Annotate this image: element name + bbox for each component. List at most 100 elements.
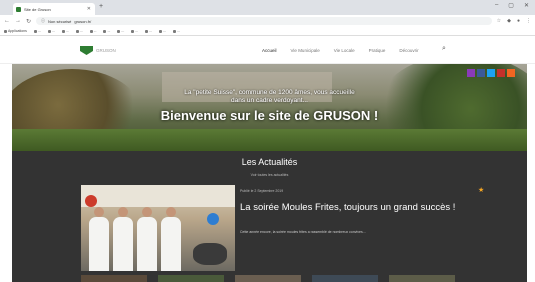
close-tab-icon[interactable]: ✕ xyxy=(87,6,91,12)
facebook-icon[interactable] xyxy=(477,69,485,77)
bookmark-label: ... xyxy=(135,29,139,33)
bookmark-icon xyxy=(173,29,177,33)
youtube-icon[interactable] xyxy=(497,69,505,77)
news-section: Les Actualités Voir toutes les actualité… xyxy=(12,151,527,282)
hero-tagline: La "petite Suisse", commune de 1200 âmes… xyxy=(12,89,527,105)
new-tab-icon[interactable]: + xyxy=(99,3,103,10)
site-favicon-icon xyxy=(16,6,21,12)
bookmark-item[interactable]: ... xyxy=(131,29,138,33)
bookmark-item[interactable]: ... xyxy=(47,29,55,33)
address-bar[interactable]: ⓘ Non sécurisé gruson.fr/ xyxy=(36,17,492,25)
hero-grass xyxy=(12,129,527,151)
photo-person xyxy=(89,207,109,271)
photo-person-head xyxy=(118,207,128,217)
news-all-link[interactable]: Voir toutes les actualités xyxy=(12,173,527,177)
hero-title: Bienvenue sur le site de GRUSON ! xyxy=(160,108,379,123)
minimize-icon[interactable]: – xyxy=(495,2,498,9)
menu-icon[interactable]: ⋮ xyxy=(526,18,531,24)
bookmark-icon xyxy=(47,29,51,33)
nav-item-vie-municipale[interactable]: Vie Municipale xyxy=(291,48,320,53)
nav-item-accueil[interactable]: Accueil xyxy=(262,48,277,53)
news-thumbnails xyxy=(81,275,527,282)
featured-star-icon: ★ xyxy=(478,187,485,194)
rss-icon[interactable] xyxy=(507,69,515,77)
news-thumbnail[interactable] xyxy=(235,275,301,282)
bookmark-label: ... xyxy=(93,29,97,33)
back-icon[interactable]: ← xyxy=(4,18,10,24)
bookmark-icon xyxy=(117,29,121,33)
bookmark-icon xyxy=(145,29,149,33)
article-excerpt: Cette année encore, la soirée moules fri… xyxy=(240,230,366,234)
search-icon[interactable]: ⌕ xyxy=(442,45,446,53)
nav-item-découvrir[interactable]: Découvrir xyxy=(399,48,418,53)
news-thumbnail[interactable] xyxy=(312,275,378,282)
bookmark-item[interactable]: ... xyxy=(117,29,124,33)
bookmark-icon xyxy=(131,29,135,33)
news-thumbnail[interactable] xyxy=(81,275,147,282)
bookmark-label: ... xyxy=(79,29,83,33)
news-thumbnail[interactable] xyxy=(389,275,455,282)
browser-toolbar: ← → ↻ ⓘ Non sécurisé gruson.fr/ ☆ ◆ ● ⋮ xyxy=(0,15,535,27)
main-nav: Accueil Vie Municipale Vie Locale Pratique D… xyxy=(262,48,419,53)
bookmark-label: ... xyxy=(107,29,111,33)
window-controls: – ▢ ✕ xyxy=(495,2,529,9)
social-links xyxy=(467,69,515,77)
bookmark-label: ... xyxy=(149,29,153,33)
hero-tagline-line1: La "petite Suisse", commune de 1200 âmes… xyxy=(184,89,355,96)
nav-item-pratique[interactable]: Pratique xyxy=(369,48,386,53)
photo-person xyxy=(113,207,133,271)
close-window-icon[interactable]: ✕ xyxy=(524,2,529,9)
bookmark-icon xyxy=(89,29,93,33)
info-icon[interactable]: ⓘ xyxy=(41,18,45,24)
twitter-icon[interactable] xyxy=(487,69,495,77)
forward-icon[interactable]: → xyxy=(15,18,21,24)
photo-balloon-red xyxy=(85,195,97,207)
browser-tab[interactable]: Site de Gruson ✕ xyxy=(13,3,95,15)
reload-icon[interactable]: ↻ xyxy=(26,18,31,25)
bookmark-item[interactable]: ... xyxy=(145,29,152,33)
site-header: GRUSON Accueil Vie Municipale Vie Locale Pr… xyxy=(0,37,535,64)
hero-banner: La "petite Suisse", commune de 1200 âmes… xyxy=(12,64,527,151)
bookmark-item[interactable]: ... xyxy=(89,29,97,33)
bookmark-label: ... xyxy=(121,29,125,33)
bookmark-icon xyxy=(33,29,37,33)
bookmark-item[interactable]: ... xyxy=(103,29,110,33)
extension-icon[interactable]: ◆ xyxy=(507,18,511,24)
maximize-icon[interactable]: ▢ xyxy=(508,2,514,9)
photo-tent xyxy=(81,185,235,207)
photo-balloon-blue xyxy=(207,213,219,225)
photo-person-head xyxy=(166,207,176,217)
instagram-icon[interactable] xyxy=(467,69,475,77)
bookmark-label: ... xyxy=(163,29,167,33)
bookmark-icon xyxy=(61,29,65,33)
bookmark-item[interactable]: ... xyxy=(75,29,83,33)
bookmark-item[interactable]: ... xyxy=(173,29,180,33)
bookmark-item[interactable]: ... xyxy=(33,29,41,33)
bookmark-icon xyxy=(4,29,7,33)
photo-person xyxy=(137,207,157,271)
article-title[interactable]: La soirée Moules Frites, toujours un gra… xyxy=(240,202,470,213)
bookmark-icon xyxy=(75,29,79,33)
bookmark-label: ... xyxy=(37,29,41,33)
profile-icon[interactable]: ● xyxy=(517,18,520,24)
nav-item-vie-locale[interactable]: Vie Locale xyxy=(334,48,355,53)
bookmark-item[interactable]: Applications xyxy=(4,29,27,33)
article-date: Publié le 2 Septembre 2019 xyxy=(240,189,284,193)
bookmark-star-icon[interactable]: ☆ xyxy=(497,18,501,24)
bookmark-label: ... xyxy=(51,29,55,33)
bookmark-label: ... xyxy=(65,29,69,33)
bookmark-item[interactable]: ... xyxy=(61,29,69,33)
photo-cooking-pot xyxy=(193,243,227,265)
article-photo[interactable] xyxy=(81,185,235,271)
photo-person-head xyxy=(142,207,152,217)
bookmark-item[interactable]: ... xyxy=(159,29,166,33)
news-heading: Les Actualités xyxy=(241,157,298,167)
news-thumbnail[interactable] xyxy=(158,275,224,282)
photo-person xyxy=(161,207,181,271)
bookmark-icon xyxy=(159,29,163,33)
browser-tab-strip: Site de Gruson ✕ + – ▢ ✕ xyxy=(0,0,535,15)
bookmark-label: Applications xyxy=(8,29,27,33)
photo-person-head xyxy=(94,207,104,217)
gruson-logo-icon[interactable] xyxy=(80,46,93,55)
site-name[interactable]: GRUSON xyxy=(96,48,116,53)
